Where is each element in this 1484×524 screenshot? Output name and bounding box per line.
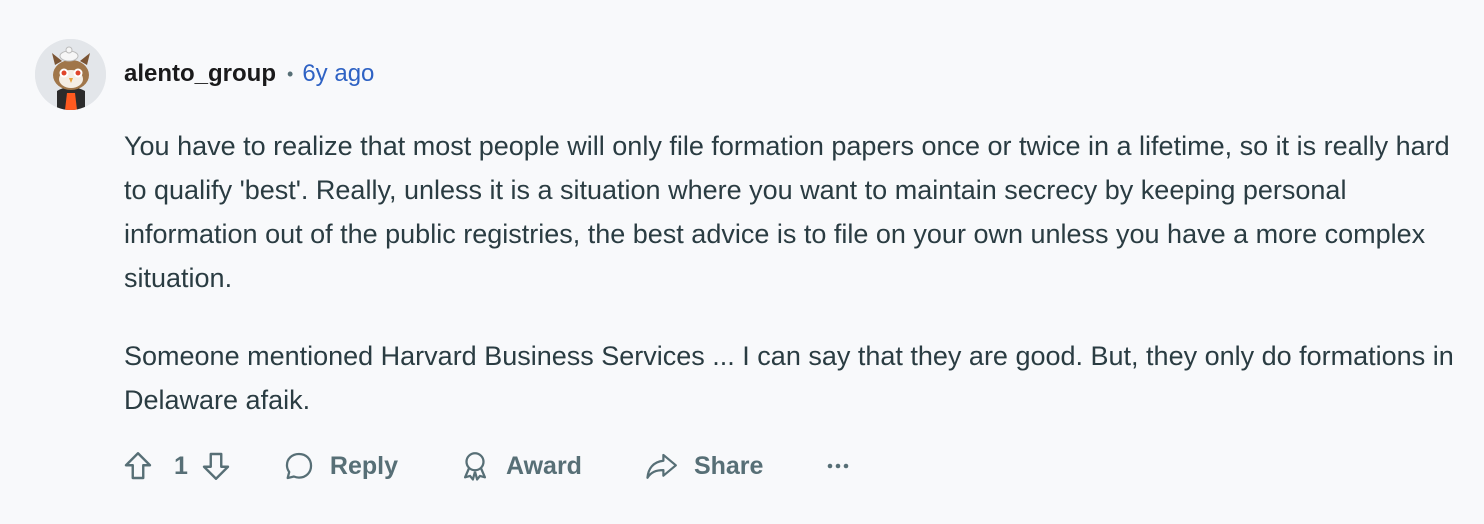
share-button[interactable]: Share — [644, 449, 763, 483]
award-ribbon-icon — [458, 449, 492, 483]
ellipsis-icon — [828, 463, 849, 469]
award-button[interactable]: Award — [458, 449, 582, 483]
username-link[interactable]: alento_group — [124, 60, 276, 88]
comment-body: You have to realize that most people wil… — [124, 124, 1454, 456]
reply-button[interactable]: Reply — [282, 449, 398, 483]
timestamp-link[interactable]: 6y ago — [302, 60, 374, 88]
arrow-down-outline-icon — [202, 452, 230, 480]
downvote-button[interactable] — [198, 448, 234, 484]
arrow-up-outline-icon — [124, 452, 152, 480]
meta-separator: • — [287, 63, 294, 84]
more-options-button[interactable] — [825, 461, 851, 471]
award-label: Award — [506, 451, 582, 480]
upvote-button[interactable] — [120, 448, 156, 484]
share-label: Share — [693, 451, 764, 480]
share-arrow-icon — [644, 449, 680, 483]
comment: alento_group • 6y ago You have to realiz… — [0, 0, 1484, 524]
vote-score: 1 — [174, 451, 188, 480]
speech-bubble-icon — [282, 449, 316, 483]
user-avatar[interactable] — [35, 39, 106, 110]
comment-meta: alento_group • 6y ago — [124, 58, 374, 90]
comment-action-bar: 1 Reply Award Share — [120, 444, 851, 488]
avatar-image — [35, 39, 106, 110]
comment-paragraph: Someone mentioned Harvard Business Servi… — [124, 341, 1454, 415]
comment-paragraph: You have to realize that most people wil… — [124, 131, 1450, 293]
reply-label: Reply — [329, 451, 398, 480]
